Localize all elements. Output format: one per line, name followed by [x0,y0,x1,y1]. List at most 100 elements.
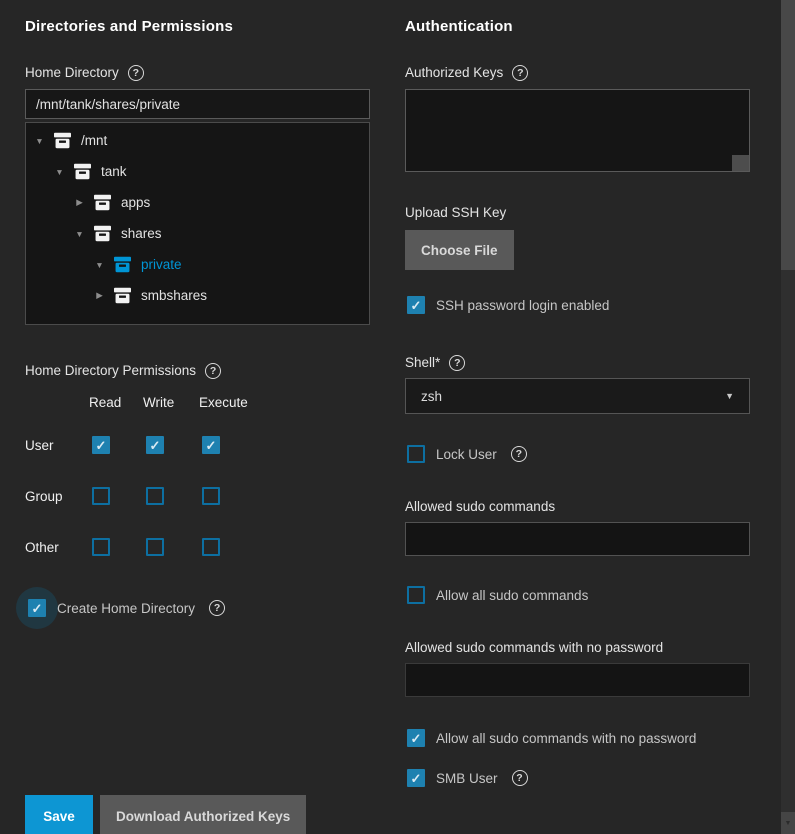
ssh-password-login-row: SSH password login enabled [407,296,750,314]
create-home-directory-label: Create Home Directory [57,601,195,616]
authentication-section: Authentication Authorized Keys Upload SS… [405,0,750,787]
tree-item-label: /mnt [81,133,107,148]
smb-user-label: SMB User [436,771,498,786]
authorized-keys-label-row: Authorized Keys [405,65,750,81]
allowed-sudo-commands-label: Allowed sudo commands [405,499,555,515]
section-title-authentication: Authentication [405,18,750,35]
dataset-icon [93,194,112,211]
directories-permissions-section: Directories and Permissions Home Directo… [25,0,370,834]
authorized-keys-label: Authorized Keys [405,65,503,81]
page-scrollbar [781,0,795,834]
scrollbar-down-button[interactable] [781,812,795,834]
choose-file-button[interactable]: Choose File [405,230,514,270]
dataset-icon [53,132,72,149]
help-icon[interactable] [512,65,528,81]
tree-item-private[interactable]: private [26,249,369,280]
expand-arrow-icon[interactable] [73,197,86,208]
expand-arrow-icon[interactable] [53,167,66,177]
perm-row-user: User [25,438,89,453]
tree-item-apps[interactable]: apps [26,187,369,218]
lock-user-label: Lock User [436,447,497,462]
form-actions: Save Download Authorized Keys [25,795,306,834]
home-directory-input[interactable] [25,89,370,119]
perm-checkbox-other-execute[interactable] [202,538,220,556]
help-icon[interactable] [128,65,144,81]
allowed-sudo-commands-nopasswd-label: Allowed sudo commands with no password [405,640,663,656]
perm-column-execute: Execute [199,395,263,410]
create-home-directory-row: Create Home Directory [28,599,370,617]
tree-item-tank[interactable]: tank [26,156,369,187]
help-icon[interactable] [209,600,225,616]
perm-checkbox-other-write[interactable] [146,538,164,556]
perm-checkbox-other-read[interactable] [92,538,110,556]
help-icon[interactable] [511,446,527,462]
perm-checkbox-group-read[interactable] [92,487,110,505]
allowed-sudo-commands-nopasswd-input[interactable] [405,663,750,697]
tree-item-smbshares[interactable]: smbshares [26,280,369,311]
tree-item-label: smbshares [141,288,207,303]
upload-ssh-key-label-row: Upload SSH Key [405,205,750,221]
expand-arrow-icon[interactable] [73,229,86,239]
expand-arrow-icon[interactable] [93,290,106,301]
allow-all-sudo-commands-label: Allow all sudo commands [436,588,588,603]
lock-user-checkbox[interactable] [407,445,425,463]
scrollbar-thumb[interactable] [781,0,795,270]
tree-item-label: shares [121,226,162,241]
help-icon[interactable] [449,355,465,371]
ssh-password-login-checkbox[interactable] [407,296,425,314]
dataset-icon [113,287,132,304]
allow-all-sudo-commands-row: Allow all sudo commands [407,586,750,604]
help-icon[interactable] [205,363,221,379]
directory-tree: /mnt tank apps sh [25,122,370,325]
textarea-resize-handle[interactable] [732,155,749,171]
dataset-icon [113,256,132,273]
chevron-down-icon [725,391,734,401]
expand-arrow-icon[interactable] [93,260,106,270]
perm-checkbox-group-execute[interactable] [202,487,220,505]
authorized-keys-textarea[interactable] [405,89,750,172]
shell-label: Shell* [405,355,440,371]
perm-checkbox-user-read[interactable] [92,436,110,454]
ssh-password-login-label: SSH password login enabled [436,298,609,313]
perm-checkbox-group-write[interactable] [146,487,164,505]
perm-row-other: Other [25,540,89,555]
perm-checkbox-user-execute[interactable] [202,436,220,454]
home-directory-label: Home Directory [25,65,119,81]
download-authorized-keys-button[interactable]: Download Authorized Keys [100,795,306,834]
allowed-sudo-commands-label-row: Allowed sudo commands [405,499,750,515]
allowed-sudo-commands-nopasswd-label-row: Allowed sudo commands with no password [405,640,750,656]
perm-column-read: Read [89,395,143,410]
section-title-directories: Directories and Permissions [25,18,370,35]
tree-item-shares[interactable]: shares [26,218,369,249]
allow-all-sudo-commands-nopasswd-label: Allow all sudo commands with no password [436,731,696,746]
lock-user-row: Lock User [407,445,750,463]
allow-all-sudo-commands-checkbox[interactable] [407,586,425,604]
smb-user-row: SMB User [407,769,750,787]
home-directory-permissions-label-row: Home Directory Permissions [25,363,370,379]
tree-item-mnt[interactable]: /mnt [26,125,369,156]
tree-item-label: private [141,257,182,272]
home-directory-permissions-label: Home Directory Permissions [25,363,196,379]
perm-row-group: Group [25,489,89,504]
allow-all-sudo-commands-nopasswd-row: Allow all sudo commands with no password [407,729,750,747]
perm-checkbox-user-write[interactable] [146,436,164,454]
help-icon[interactable] [512,770,528,786]
create-home-directory-checkbox[interactable] [28,599,46,617]
shell-label-row: Shell* [405,355,750,371]
expand-arrow-icon[interactable] [33,136,46,146]
allow-all-sudo-commands-nopasswd-checkbox[interactable] [407,729,425,747]
save-button[interactable]: Save [25,795,93,834]
allowed-sudo-commands-input[interactable] [405,522,750,556]
user-form-page: Directories and Permissions Home Directo… [0,0,795,834]
smb-user-checkbox[interactable] [407,769,425,787]
perm-column-write: Write [143,395,199,410]
shell-select-value: zsh [421,389,442,404]
tree-item-label: tank [101,164,127,179]
upload-ssh-key-label: Upload SSH Key [405,205,506,221]
shell-select[interactable]: zsh [405,378,750,414]
dataset-icon [93,225,112,242]
permissions-grid: Read Write Execute User Group Other [25,395,370,556]
dataset-icon [73,163,92,180]
home-directory-label-row: Home Directory [25,65,370,81]
tree-item-label: apps [121,195,150,210]
